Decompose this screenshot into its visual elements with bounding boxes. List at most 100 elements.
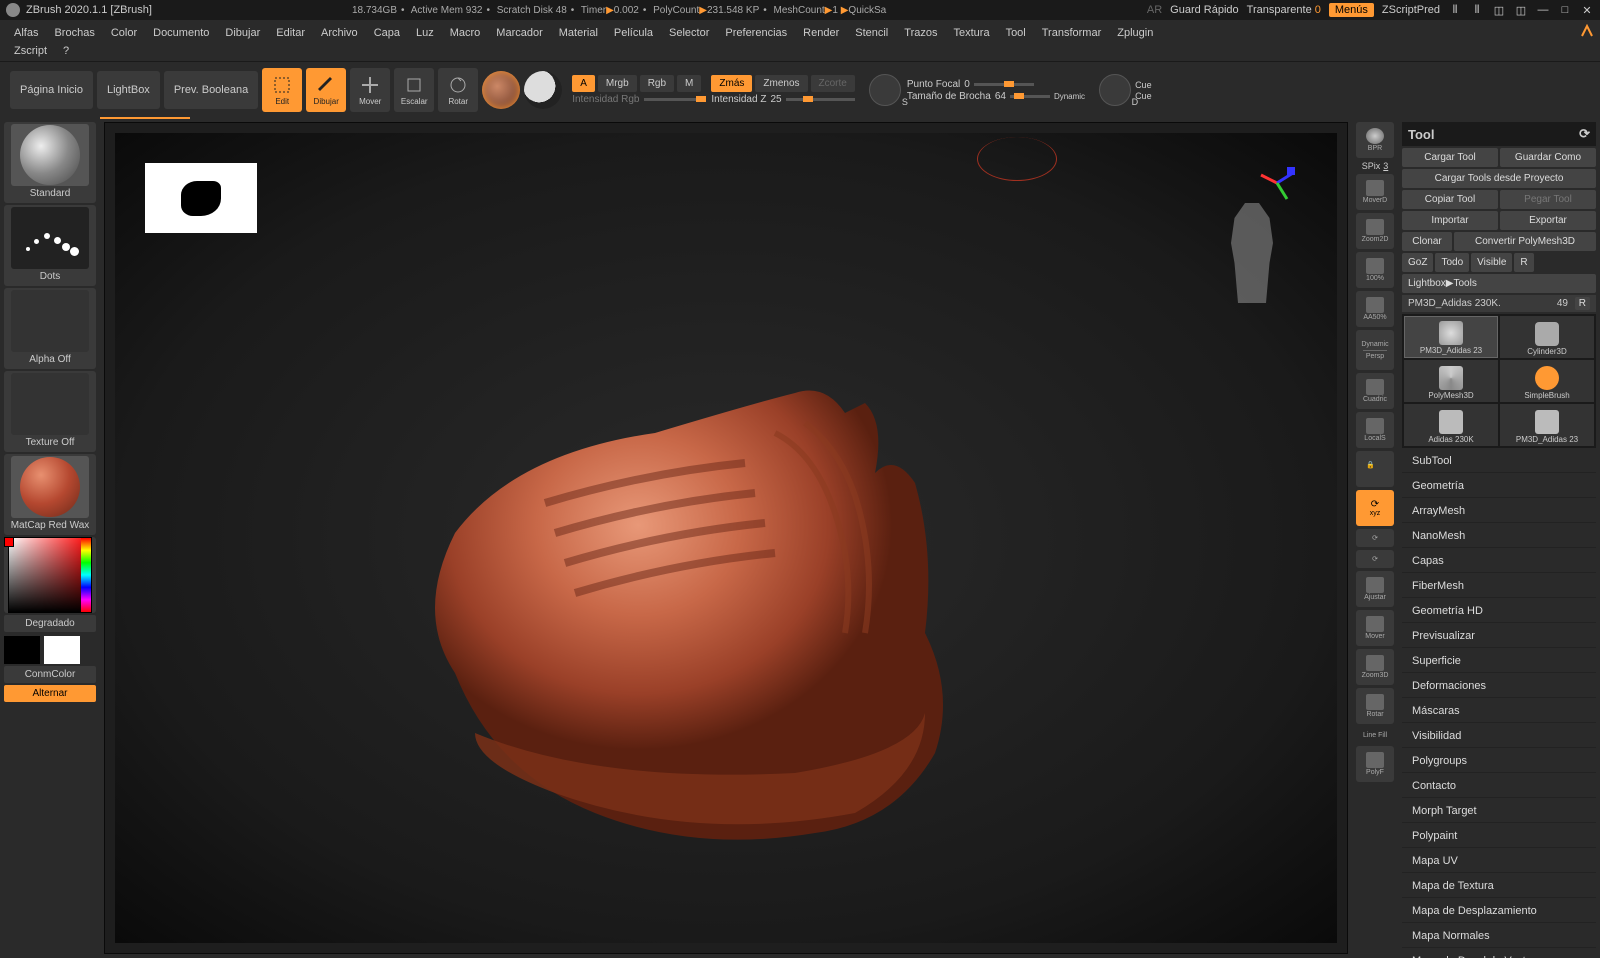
dynamic-label[interactable]: Dynamic — [1054, 92, 1085, 101]
stroke-selector[interactable]: Dots — [4, 205, 96, 286]
menu-material[interactable]: Material — [551, 24, 606, 42]
zsub-mode[interactable]: Zmenos — [755, 75, 807, 92]
gizmo-button[interactable] — [482, 71, 520, 109]
mrgb-mode[interactable]: Mrgb — [598, 75, 637, 92]
menu-stencil[interactable]: Stencil — [847, 24, 896, 42]
menu-documento[interactable]: Documento — [145, 24, 217, 42]
tool-item-4[interactable]: Adidas 230K — [1404, 404, 1498, 446]
swatch-black[interactable] — [4, 636, 40, 664]
brush-selector[interactable]: Standard — [4, 122, 96, 203]
polyframe-button[interactable]: PolyF — [1356, 746, 1394, 782]
axis-gizmo[interactable] — [1257, 163, 1297, 203]
saveas-button[interactable]: Guardar Como — [1500, 148, 1596, 167]
menu-zscript[interactable]: Zscript — [6, 42, 55, 60]
move3d-button[interactable]: Mover — [1356, 610, 1394, 646]
menu-selector[interactable]: Selector — [661, 24, 717, 42]
head-reference[interactable] — [1217, 203, 1287, 303]
menus-button[interactable]: Menús — [1329, 3, 1374, 17]
dynamic-knob[interactable]: D — [1099, 74, 1131, 106]
color-picker[interactable] — [4, 537, 96, 613]
lightbox-button[interactable]: LightBox — [97, 71, 160, 109]
switchcolor-button[interactable]: ConmColor — [4, 666, 96, 683]
scroll-doc-button[interactable]: MoverD — [1356, 174, 1394, 210]
xyz-button[interactable]: ⟳xyz — [1356, 490, 1394, 526]
swatch-white[interactable] — [44, 636, 80, 664]
menu-transformar[interactable]: Transformar — [1034, 24, 1110, 42]
import-button[interactable]: Importar — [1402, 211, 1498, 230]
tool-item-0[interactable]: PM3D_Adidas 23 — [1404, 316, 1498, 358]
dynamic-persp-button[interactable]: DynamicPersp — [1356, 330, 1394, 370]
edit-button[interactable]: Edit — [262, 68, 302, 112]
rotate-button[interactable]: Rotar — [438, 68, 478, 112]
export-button[interactable]: Exportar — [1500, 211, 1596, 230]
focal-knob[interactable]: S — [869, 74, 901, 106]
bpr-button[interactable]: BPR — [1356, 122, 1394, 158]
m-mode[interactable]: M — [677, 75, 701, 92]
floor-button[interactable]: Cuadric — [1356, 373, 1394, 409]
tool-item-3[interactable]: SimpleBrush — [1500, 360, 1594, 402]
paste-tool-button[interactable]: Pegar Tool — [1500, 190, 1596, 209]
clone-button[interactable]: Clonar — [1402, 232, 1452, 251]
tool-item-1[interactable]: Cylinder3D — [1500, 316, 1594, 358]
menu-preferencias[interactable]: Preferencias — [717, 24, 795, 42]
rgb-intensity-slider[interactable] — [644, 98, 702, 101]
goz-button[interactable]: GoZ — [1402, 253, 1433, 272]
rgb-mode[interactable]: Rgb — [640, 75, 674, 92]
z-intensity-slider[interactable] — [786, 98, 855, 101]
menu-dibujar[interactable]: Dibujar — [217, 24, 268, 42]
rot-y-button[interactable]: ⟳ — [1356, 529, 1394, 547]
zscript-button[interactable]: ZScriptPred — [1382, 4, 1440, 16]
expand-right-icon[interactable] — [1580, 24, 1594, 41]
a-mode[interactable]: A — [572, 75, 595, 92]
tool-item-2[interactable]: PolyMesh3D — [1404, 360, 1498, 402]
actual-button[interactable]: 100% — [1356, 252, 1394, 288]
ui-layout2-icon[interactable]: ⦀ — [1470, 3, 1484, 17]
lightbox-tools-button[interactable]: Lightbox▶Tools — [1402, 274, 1596, 293]
rollout-uvmap[interactable]: Mapa UV — [1402, 850, 1596, 873]
maximize-icon[interactable]: □ — [1558, 3, 1572, 17]
mesh-object[interactable] — [395, 353, 975, 853]
quicksave-button[interactable]: Guard Rápido — [1170, 4, 1239, 16]
menu-pelicula[interactable]: Película — [606, 24, 661, 42]
rollout-arraymesh[interactable]: ArrayMesh — [1402, 500, 1596, 523]
zadd-mode[interactable]: Zmás — [711, 75, 752, 92]
rollout-dispmap[interactable]: Mapa de Desplazamiento — [1402, 900, 1596, 923]
menu-luz[interactable]: Luz — [408, 24, 442, 42]
rollout-preview[interactable]: Previsualizar — [1402, 625, 1596, 648]
brushsize-slider[interactable] — [1010, 95, 1050, 98]
lock-button[interactable]: 🔒 — [1356, 451, 1394, 487]
home-button[interactable]: Página Inicio — [10, 71, 93, 109]
rollout-contact[interactable]: Contacto — [1402, 775, 1596, 798]
menu-tool[interactable]: Tool — [998, 24, 1034, 42]
menu-editar[interactable]: Editar — [268, 24, 313, 42]
move-button[interactable]: Mover — [350, 68, 390, 112]
zoom3d-button[interactable]: Zoom3D — [1356, 649, 1394, 685]
aahalf-button[interactable]: AA50% — [1356, 291, 1394, 327]
rollout-geometry[interactable]: Geometría — [1402, 475, 1596, 498]
transparent-toggle[interactable]: Transparente 0 — [1247, 4, 1321, 16]
menu-marcador[interactable]: Marcador — [488, 24, 550, 42]
menu-color[interactable]: Color — [103, 24, 145, 42]
load-tool-button[interactable]: Cargar Tool — [1402, 148, 1498, 167]
rollout-geometryhd[interactable]: Geometría HD — [1402, 600, 1596, 623]
material-selector[interactable]: MatCap Red Wax — [4, 454, 96, 535]
local-button[interactable]: LocalS — [1356, 412, 1394, 448]
alternate-button[interactable]: Alternar — [4, 685, 96, 702]
rotate3d-button[interactable]: Rotar — [1356, 688, 1394, 724]
rollout-layers[interactable]: Capas — [1402, 550, 1596, 573]
close-icon[interactable]: ✕ — [1580, 3, 1594, 17]
all-button[interactable]: Todo — [1435, 253, 1469, 272]
focal-slider[interactable] — [974, 83, 1034, 86]
rollout-visibility[interactable]: Visibilidad — [1402, 725, 1596, 748]
frame-button[interactable]: Ajustar — [1356, 571, 1394, 607]
r-button[interactable]: R — [1514, 253, 1533, 272]
menu-textura[interactable]: Textura — [945, 24, 997, 42]
menu-macro[interactable]: Macro — [442, 24, 489, 42]
ui-dock-icon[interactable]: ◫ — [1492, 3, 1506, 17]
ui-dock2-icon[interactable]: ◫ — [1514, 3, 1528, 17]
rollout-texturemap[interactable]: Mapa de Textura — [1402, 875, 1596, 898]
gradient-button[interactable]: Degradado — [4, 615, 96, 632]
rollout-vectordispmap[interactable]: Mapa de Despl de Vector — [1402, 950, 1596, 958]
rollout-morphtarget[interactable]: Morph Target — [1402, 800, 1596, 823]
menu-brochas[interactable]: Brochas — [46, 24, 102, 42]
